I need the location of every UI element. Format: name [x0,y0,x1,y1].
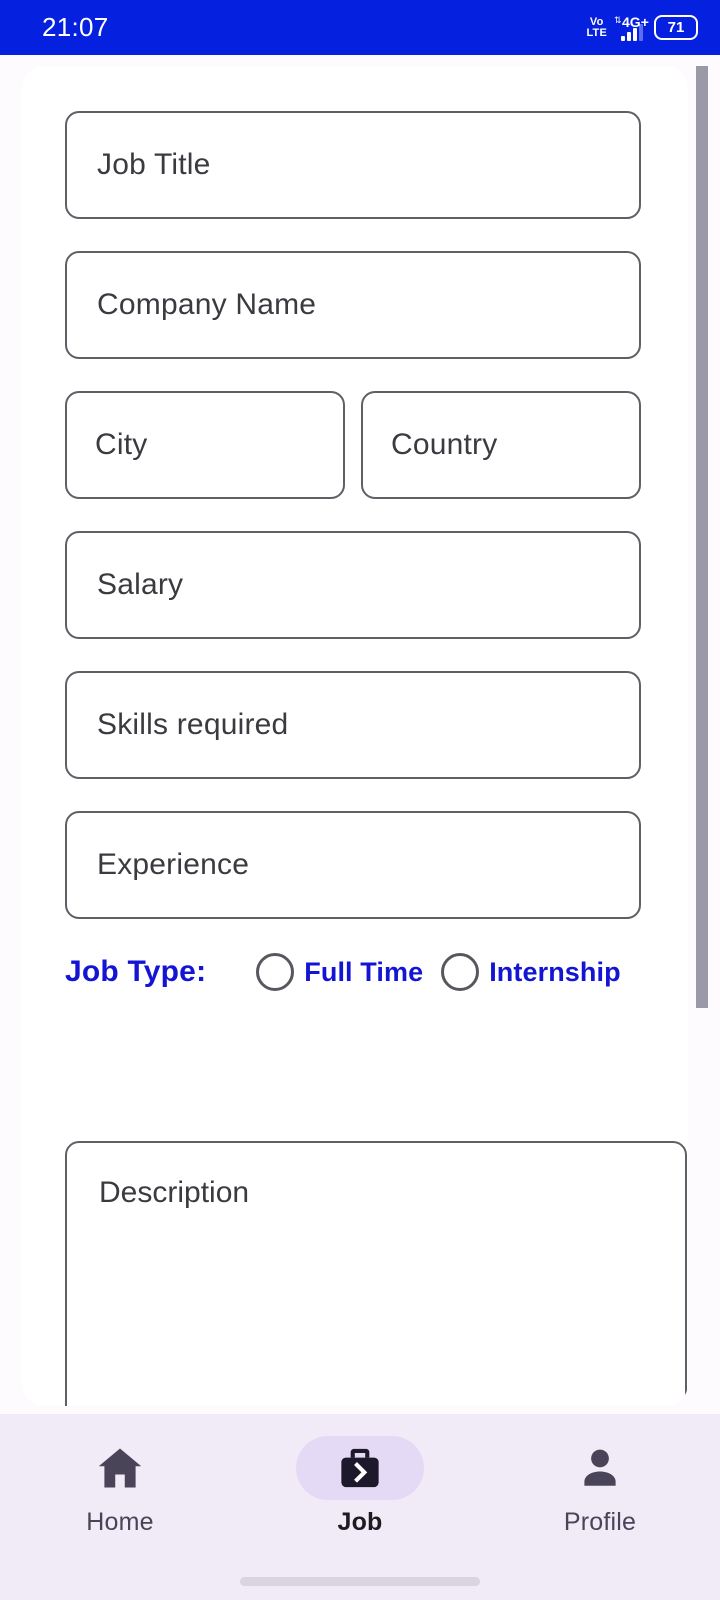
phone-screen: 21:07 Vo LTE ⇅ 4G+ 71 Job Title Company … [0,0,720,1600]
battery-level-label: 71 [667,19,685,36]
city-field[interactable]: City [65,391,345,499]
experience-field[interactable]: Experience [65,811,641,919]
nav-item-job[interactable]: Job [270,1436,450,1537]
salary-placeholder: Salary [97,568,184,601]
job-title-placeholder: Job Title [97,148,211,181]
signal-bar-2 [627,31,631,41]
country-placeholder: Country [391,428,498,461]
company-name-placeholder: Company Name [97,288,317,321]
job-title-field[interactable]: Job Title [65,111,641,219]
status-bar: 21:07 Vo LTE ⇅ 4G+ 71 [0,0,720,55]
job-type-option-full-time-label: Full Time [304,956,424,987]
radio-unchecked-icon[interactable] [441,953,480,991]
job-type-row: Job Type: Full Time Internship [65,953,664,991]
signal-bar-1 [621,35,625,41]
nav-icon-slot-profile [536,1436,664,1500]
city-placeholder: City [95,428,148,461]
nav-icon-slot-job [296,1436,424,1500]
scrollbar[interactable] [696,66,708,1386]
job-type-option-internship[interactable]: Internship [441,953,621,991]
nav-label-job: Job [337,1508,383,1536]
network-type-label: 4G+ [622,13,649,30]
gesture-handle[interactable] [240,1577,480,1586]
nav-icon-slot-home [56,1436,184,1500]
bottom-navigation-bar: Home Job Profile [0,1414,720,1600]
job-type-option-internship-label: Internship [489,956,621,987]
job-type-label: Job Type: [65,955,207,988]
job-form-card: Job Title Company Name City Country Sala… [22,66,688,1406]
person-icon [584,1449,616,1486]
nav-label-home: Home [86,1508,154,1536]
volte-icon-bottom: LTE [586,26,607,39]
briefcase-chevron-icon [341,1448,379,1488]
scrollbar-thumb[interactable] [696,66,708,1008]
home-icon [98,1448,142,1488]
status-time: 21:07 [42,12,109,42]
job-form: Job Title Company Name City Country Sala… [22,66,688,1017]
experience-placeholder: Experience [97,848,250,881]
company-name-field[interactable]: Company Name [65,251,641,359]
job-type-radio-group: Full Time Internship [256,953,621,991]
nav-label-profile: Profile [563,1508,637,1536]
country-field[interactable]: Country [361,391,641,499]
data-transfer-icon: ⇅ [614,14,622,25]
salary-field[interactable]: Salary [65,531,641,639]
nav-item-profile[interactable]: Profile [510,1436,690,1537]
volte-icon-top: Vo [589,15,604,28]
skills-required-placeholder: Skills required [97,708,289,741]
radio-unchecked-icon[interactable] [256,953,295,991]
description-placeholder: Description [99,1176,250,1209]
description-field[interactable]: Description [65,1141,687,1406]
job-type-option-full-time[interactable]: Full Time [256,953,423,991]
skills-required-field[interactable]: Skills required [65,671,641,779]
battery-icon: 71 [654,15,698,40]
location-row: City Country [65,391,664,499]
signal-strength-icon: ⇅ 4G+ [614,15,649,41]
volte-icon: Vo LTE [586,15,607,39]
nav-item-home[interactable]: Home [30,1436,210,1537]
status-icons: Vo LTE ⇅ 4G+ 71 [586,15,698,41]
